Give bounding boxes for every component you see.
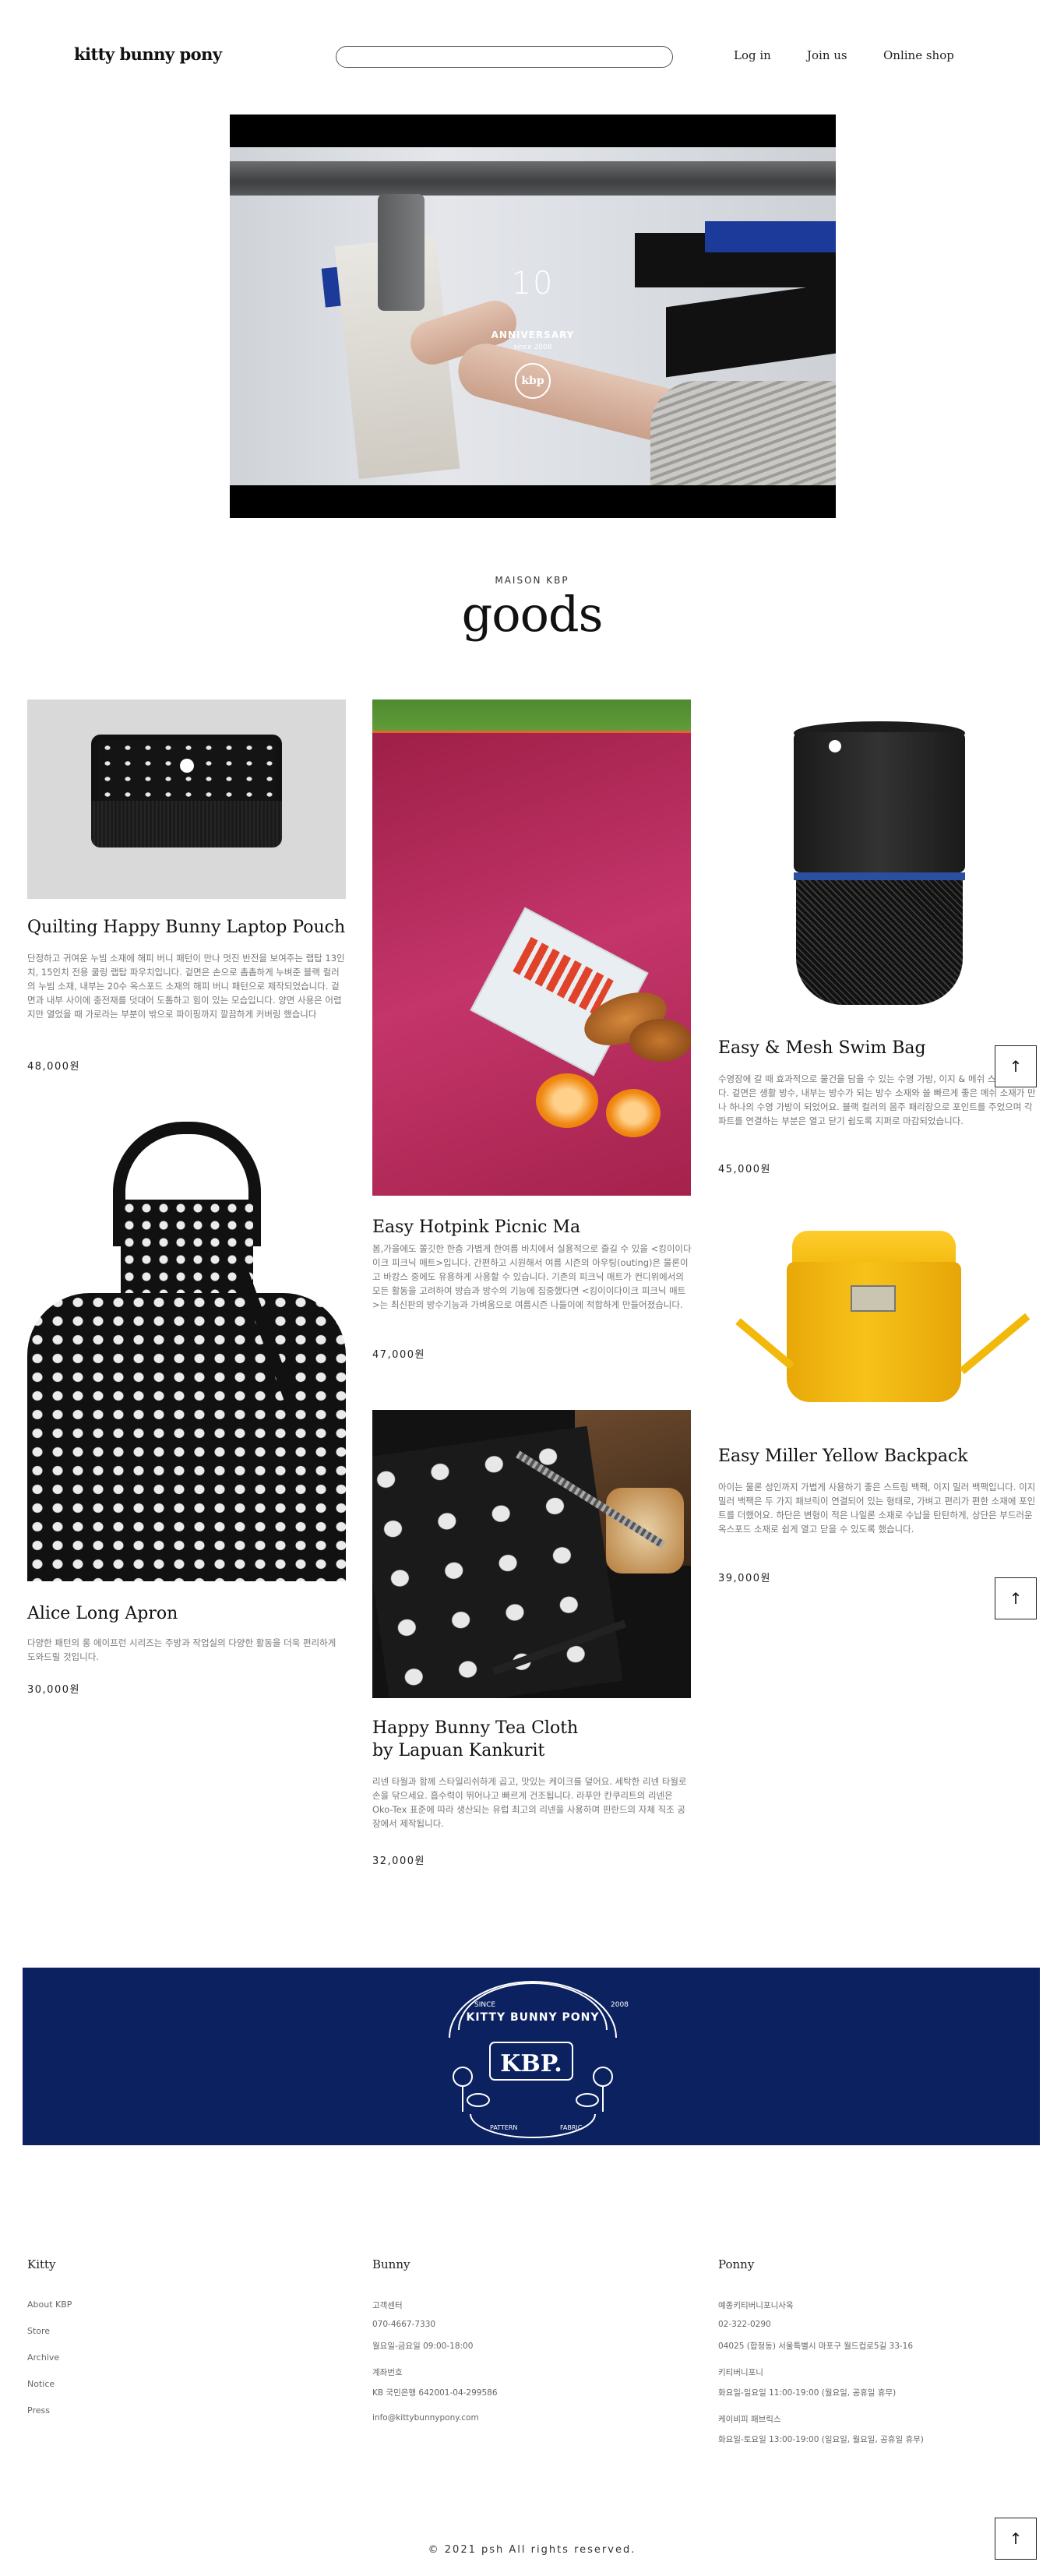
banner-year: 2008: [611, 2001, 629, 2009]
footer-text: 계좌번호: [372, 2368, 403, 2377]
product-price: 48,000원: [27, 1061, 80, 1073]
product-image-picnic-mat[interactable]: [372, 700, 691, 1196]
scroll-top-button[interactable]: ↑: [995, 1045, 1037, 1087]
product-price: 47,000원: [372, 1349, 425, 1361]
product-subtitle: by Lapuan Kankurit: [372, 1741, 545, 1760]
search-input[interactable]: [336, 46, 673, 68]
footer-heading: Ponny: [718, 2257, 755, 2271]
product-title[interactable]: Easy Miller Yellow Backpack: [718, 1446, 1038, 1468]
arrow-up-icon: ↑: [1009, 1057, 1023, 1076]
product-price: 32,000원: [372, 1855, 425, 1867]
section-title: goods: [461, 586, 604, 643]
nav-login[interactable]: Log in: [734, 48, 771, 62]
banner-arc-text: KITTY BUNNY PONY: [467, 2011, 600, 2024]
footer-text: 월요일-금요일 09:00-18:00: [372, 2342, 474, 2351]
product-desc: 수영장에 갈 때 효과적으로 물건을 담을 수 있는 수영 가방, 이지 & 메…: [718, 1073, 1036, 1126]
nav-join[interactable]: Join us: [807, 48, 847, 62]
anniversary-number: 10: [511, 266, 555, 301]
banner-left-text: PATTERN: [490, 2124, 517, 2131]
brand-banner: SINCE 2008 KITTY BUNNY PONY KBP. PATTERN…: [23, 1968, 1040, 2145]
product-title[interactable]: Happy Bunny Tea Cloth: [372, 1718, 692, 1739]
banner-mark: KBP.: [500, 2050, 562, 2077]
banner-right-text: FABRIC: [560, 2124, 583, 2131]
product-desc: 다양한 패턴의 롱 에이프런 시리즈는 주방과 작업실의 다양한 활동을 더욱 …: [27, 1637, 336, 1662]
video-frame: 10 ANNIVERSARY since 2008 kbp: [230, 147, 836, 485]
footer-text: 키티버니포니: [718, 2368, 763, 2377]
arrow-up-icon: ↑: [1009, 1589, 1023, 1608]
footer-link-about[interactable]: About KBP: [27, 2299, 72, 2310]
kbp-emblem: SINCE 2008 KITTY BUNNY PONY KBP. PATTERN…: [449, 1981, 629, 2138]
product-price: 39,000원: [718, 1573, 771, 1584]
product-image-tea-cloth[interactable]: [372, 1410, 691, 1698]
anniversary-since: since 2008: [513, 344, 552, 351]
product-price: 30,000원: [27, 1684, 80, 1696]
footer-link-archive[interactable]: Archive: [27, 2352, 59, 2363]
product-title[interactable]: Easy & Mesh Swim Bag: [718, 1038, 1038, 1059]
product-image-laptop-pouch[interactable]: [27, 700, 346, 899]
hero-video[interactable]: 10 ANNIVERSARY since 2008 kbp: [230, 115, 836, 518]
product-desc: 단정하고 귀여운 누빔 소재에 해피 버니 패턴이 만나 멋진 반전을 보여주는…: [27, 953, 345, 1020]
footer-text: 070-4667-7330: [372, 2320, 436, 2329]
product-price: 45,000원: [718, 1164, 771, 1175]
footer-heading: Kitty: [27, 2257, 56, 2271]
product-image-backpack[interactable]: [718, 1223, 1037, 1433]
footer-text: 02-322-0290: [718, 2320, 771, 2329]
site-logo[interactable]: kitty bunny pony: [74, 44, 222, 64]
section-kicker: MAISON KBP: [495, 575, 569, 586]
footer-text: 고객센터: [372, 2301, 403, 2310]
kbp-circle-logo: kbp: [515, 363, 551, 399]
product-desc: 봄,가을에도 쫄깃한 한층 가볍게 한여름 바치에서 실용적으로 즐길 수 있을…: [372, 1243, 692, 1310]
footer-email[interactable]: info@kittybunnypony.com: [372, 2413, 479, 2423]
scroll-top-button[interactable]: ↑: [995, 1577, 1037, 1619]
product-desc: 리넨 타월과 함께 스타일리쉬하게 곱고, 맛있는 케이크를 덮어요. 세탁한 …: [372, 1776, 687, 1829]
product-image-swim-bag[interactable]: [718, 700, 1037, 1027]
footer-link-store[interactable]: Store: [27, 2326, 50, 2336]
product-image-apron[interactable]: [27, 1114, 346, 1581]
footer-link-notice[interactable]: Notice: [27, 2379, 55, 2389]
product-desc: 아이는 물론 성인까지 가볍게 사용하기 좋은 스트링 백팩, 이지 밀러 백팩…: [718, 1482, 1036, 1535]
footer-text: 화요일-토요일 13:00-19:00 (일요일, 월요일, 공휴일 휴무): [718, 2435, 924, 2444]
banner-since: SINCE: [474, 2001, 495, 2009]
anniversary-label: ANNIVERSARY: [491, 329, 575, 340]
footer-heading: Bunny: [372, 2257, 410, 2271]
product-title[interactable]: Quilting Happy Bunny Laptop Pouch: [27, 917, 347, 939]
footer-text: KB 국민은행 642001-04-299586: [372, 2388, 498, 2398]
footer-text: 케이비피 패브릭스: [718, 2415, 781, 2424]
footer-text: 예종키티버니포니사옥: [718, 2301, 794, 2310]
copyright: © 2021 psh All rights reserved.: [428, 2544, 636, 2556]
footer-link-press[interactable]: Press: [27, 2405, 50, 2416]
nav-online-shop[interactable]: Online shop: [883, 48, 954, 62]
footer-text: 화요일-일요일 11:00-19:00 (월요일, 공휴일 휴무): [718, 2388, 897, 2398]
footer-text: 04025 (합정동) 서울특별시 마포구 월드컵로5길 33-16: [718, 2342, 914, 2351]
product-title[interactable]: Alice Long Apron: [27, 1603, 347, 1625]
product-title[interactable]: Easy Hotpink Picnic Ma: [372, 1217, 692, 1239]
